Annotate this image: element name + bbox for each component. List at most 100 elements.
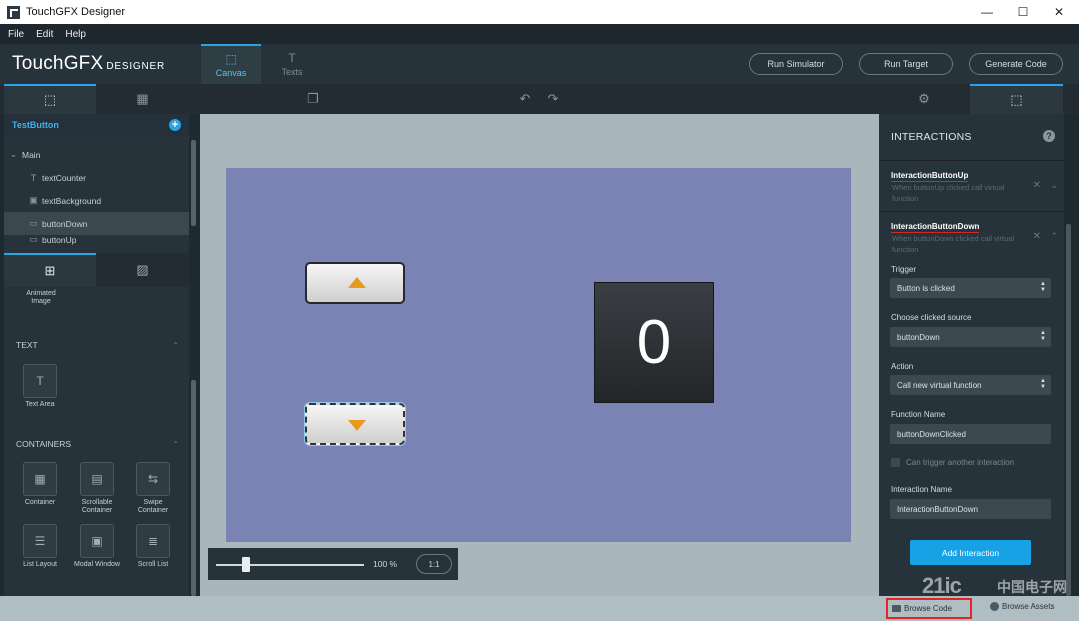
tree-item-textcounter[interactable]: T textCounter — [4, 166, 189, 189]
interaction-name: InteractionButtonUp — [891, 171, 969, 182]
close-button[interactable]: ✕ — [1042, 0, 1076, 24]
interaction-name-label: Interaction Name — [891, 485, 952, 494]
widget-scroll-list[interactable]: ≣ Scroll List — [128, 524, 178, 569]
add-interaction-button[interactable]: Add Interaction — [910, 540, 1031, 565]
can-trigger-checkbox[interactable]: Can trigger another interaction — [891, 458, 1014, 467]
swipe-container-icon: ⇆ — [136, 462, 170, 496]
delete-icon[interactable]: ✕ — [1033, 180, 1041, 191]
tree-scrollbar[interactable] — [191, 140, 196, 226]
screen-name[interactable]: TestButton — [12, 120, 59, 130]
tab-interactions[interactable]: ⬚ — [970, 84, 1063, 114]
action-value: Call new virtual function — [897, 380, 982, 390]
tree-item-buttonup[interactable]: ▭ buttonUp — [4, 235, 189, 245]
widget-label: Animated Image — [26, 290, 56, 305]
redo-button[interactable]: ↷ — [540, 84, 566, 114]
widget-animated-image[interactable]: Animated Image — [16, 290, 66, 306]
chevron-down-icon[interactable]: ⌄ — [1050, 180, 1058, 191]
browse-assets-button[interactable]: Browse Assets — [990, 602, 1054, 611]
tab-screen-properties[interactable]: ⚙ — [879, 84, 969, 114]
interactions-panel: INTERACTIONS ? InteractionButtonUp When … — [879, 114, 1064, 596]
interaction-item-up[interactable]: InteractionButtonUp When buttonUp clicke… — [879, 160, 1064, 211]
undo-button[interactable]: ↶ — [512, 84, 538, 114]
tree-root[interactable]: ⌄ Main — [4, 143, 189, 166]
app-header: TouchGFX DESIGNER ⬚ Canvas T Texts Run Si… — [0, 44, 1079, 84]
tab-canvas-label: Canvas — [215, 68, 247, 78]
minimize-button[interactable]: — — [970, 0, 1004, 24]
tree-item-buttondown[interactable]: ▭ buttonDown — [4, 212, 189, 235]
widget-text-area[interactable]: T Text Area — [15, 364, 65, 409]
interaction-name-value: InteractionButtonDown — [897, 504, 978, 514]
widget-label: Container — [24, 499, 56, 506]
tab-texts-label: Texts — [281, 67, 303, 77]
chevron-up-icon[interactable]: ⌃ — [1050, 231, 1058, 242]
browse-assets-label: Browse Assets — [1002, 602, 1055, 611]
tab-add-widget[interactable]: ⊞ — [4, 253, 96, 287]
widget-label: Scrollable Container — [81, 499, 113, 514]
button-icon: ▭ — [29, 218, 38, 228]
generate-code-button[interactable]: Generate Code — [969, 53, 1063, 75]
sliders-icon: ▦ — [136, 91, 149, 106]
source-select[interactable]: buttonDown ▲ ▼ — [890, 327, 1051, 347]
widget-list-layout[interactable]: ☰ List Layout — [15, 524, 65, 569]
function-name-input[interactable]: buttonDownClicked — [890, 424, 1051, 444]
tab-tree[interactable]: ⬚ — [4, 84, 96, 114]
browse-code-button[interactable]: Browse Code — [886, 598, 972, 619]
source-label: Choose clicked source — [891, 313, 972, 322]
spinner-icon: ▲ ▼ — [1040, 378, 1046, 390]
arrow-up-icon — [348, 277, 366, 288]
tab-canvas[interactable]: ⬚ Canvas — [201, 44, 261, 84]
button-up[interactable] — [305, 262, 405, 304]
screens-icon: ❐ — [307, 91, 319, 106]
trigger-label: Trigger — [891, 265, 917, 274]
add-widget-icon: ⊞ — [44, 263, 56, 278]
screens-button[interactable]: ❐ — [298, 84, 328, 114]
tree-item-label: buttonDown — [42, 218, 88, 229]
text-icon: T — [30, 172, 37, 183]
section-text[interactable]: TEXT ⌃ — [4, 336, 189, 354]
window-title: TouchGFX Designer — [26, 6, 126, 18]
run-simulator-button[interactable]: Run Simulator — [749, 53, 843, 75]
menu-file[interactable]: File — [8, 29, 24, 40]
zoom-reset-button[interactable]: 1:1 — [416, 554, 452, 574]
interaction-name-input[interactable]: InteractionButtonDown — [890, 499, 1051, 519]
delete-icon[interactable]: ✕ — [1033, 231, 1041, 242]
tree-item-textbackground[interactable]: ▣ textBackground — [4, 189, 189, 212]
text-counter[interactable]: 0 — [594, 282, 714, 403]
trigger-select[interactable]: Button is clicked ▲ ▼ — [890, 278, 1051, 298]
zoom-slider-track[interactable] — [216, 564, 364, 566]
left-panel: TestButton + ⌄ Main T textCounter ▣ text… — [4, 114, 196, 596]
texts-icon: T — [288, 51, 296, 65]
scroll-list-icon: ≣ — [136, 524, 170, 558]
widget-container[interactable]: ▦ Container — [15, 462, 65, 507]
widget-scrollable-container[interactable]: ▤ Scrollable Container — [72, 462, 122, 515]
action-select[interactable]: Call new virtual function ▲ ▼ — [890, 375, 1051, 395]
tab-images[interactable]: ▨ — [96, 253, 189, 287]
maximize-button[interactable]: ☐ — [1006, 0, 1040, 24]
add-screen-icon[interactable]: + — [169, 119, 181, 131]
tab-properties[interactable]: ▦ — [96, 84, 189, 114]
menu-help[interactable]: Help — [65, 29, 86, 40]
zoom-value: 100 % — [373, 559, 398, 569]
section-containers[interactable]: CONTAINERS ⌃ — [4, 435, 189, 453]
assets-icon — [990, 602, 999, 611]
toolbar: ⬚ ▦ ❐ ↶ ↷ ⚙ ⬚ — [0, 84, 1079, 114]
interactions-scrollbar[interactable] — [1066, 224, 1071, 596]
interaction-icon: ⬚ — [1010, 92, 1023, 107]
browse-code-label: Browse Code — [904, 604, 953, 613]
widget-modal-window[interactable]: ▣ Modal Window — [72, 524, 122, 569]
run-target-button[interactable]: Run Target — [859, 53, 953, 75]
help-icon[interactable]: ? — [1043, 130, 1055, 142]
logo: TouchGFX DESIGNER — [12, 53, 165, 75]
canvas-area[interactable]: 0 100 % 1:1 — [200, 114, 879, 596]
tab-texts[interactable]: T Texts — [262, 44, 322, 84]
widget-label: Swipe Container — [137, 499, 169, 514]
menu-edit[interactable]: Edit — [36, 29, 53, 40]
image-icon: ▣ — [29, 195, 38, 205]
widget-scrollbar[interactable] — [191, 380, 196, 596]
logo-main: TouchGFX — [12, 53, 104, 74]
button-down[interactable] — [304, 402, 406, 446]
spinner-icon: ▲ ▼ — [1040, 330, 1046, 342]
widget-swipe-container[interactable]: ⇆ Swipe Container — [128, 462, 178, 515]
zoom-slider-handle[interactable] — [241, 557, 250, 572]
screen-canvas[interactable]: 0 — [226, 168, 851, 542]
